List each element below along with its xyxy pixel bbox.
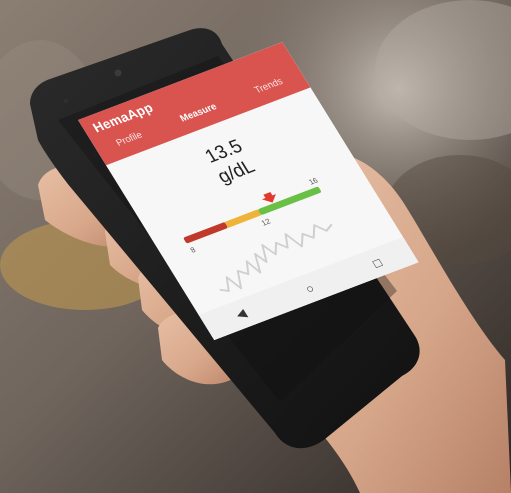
scale-segment-low — [183, 222, 228, 244]
recents-square-icon[interactable]: □ — [370, 255, 385, 270]
scale-segment-mid — [224, 209, 262, 228]
tab-profile[interactable]: Profile — [114, 130, 144, 149]
back-triangle-icon[interactable]: ◀ — [233, 306, 250, 323]
tick-label-12: 12 — [260, 217, 273, 228]
tab-trends[interactable]: Trends — [253, 77, 285, 96]
tab-measure[interactable]: Measure — [178, 102, 219, 125]
tick-label-16: 16 — [307, 176, 320, 187]
photo-scene: HemaApp Profile Measure Trends 13.5 g/dL… — [0, 0, 511, 493]
home-circle-icon[interactable]: ○ — [302, 281, 317, 296]
tick-label-8: 8 — [189, 245, 198, 254]
